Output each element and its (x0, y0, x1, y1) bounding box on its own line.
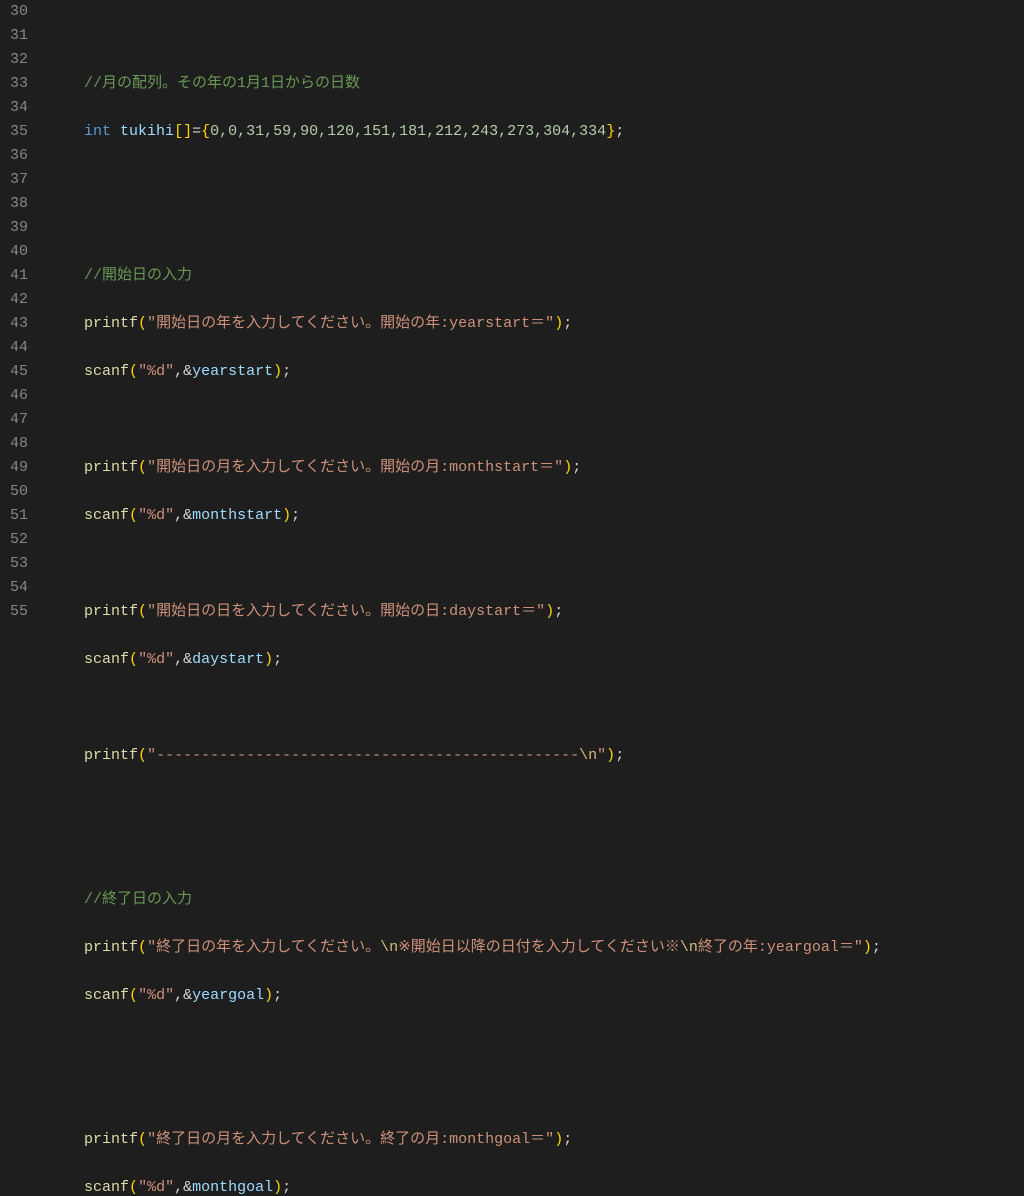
line-number: 43 (10, 312, 28, 336)
line-number: 45 (10, 360, 28, 384)
code-line (48, 552, 1024, 576)
code-line (48, 408, 1024, 432)
line-number: 38 (10, 192, 28, 216)
code-line (48, 216, 1024, 240)
line-number: 52 (10, 528, 28, 552)
code-line: int tukihi[]={0,0,31,59,90,120,151,181,2… (48, 120, 1024, 144)
line-number: 46 (10, 384, 28, 408)
line-number: 51 (10, 504, 28, 528)
code-line: printf("開始日の日を入力してください。開始の日:daystart＝"); (48, 600, 1024, 624)
line-number: 50 (10, 480, 28, 504)
code-line: scanf("%d",&monthstart); (48, 504, 1024, 528)
code-line: //終了日の入力 (48, 888, 1024, 912)
code-line: scanf("%d",&daystart); (48, 648, 1024, 672)
line-number: 48 (10, 432, 28, 456)
line-number: 41 (10, 264, 28, 288)
line-number: 33 (10, 72, 28, 96)
line-number: 34 (10, 96, 28, 120)
line-number: 49 (10, 456, 28, 480)
line-number: 32 (10, 48, 28, 72)
code-line (48, 1080, 1024, 1104)
line-number: 44 (10, 336, 28, 360)
code-line: scanf("%d",&yearstart); (48, 360, 1024, 384)
line-number: 31 (10, 24, 28, 48)
line-number: 35 (10, 120, 28, 144)
line-number: 36 (10, 144, 28, 168)
code-line (48, 840, 1024, 864)
code-line: printf("--------------------------------… (48, 744, 1024, 768)
comment: //月の配列。その年の1月1日からの日数 (84, 75, 360, 92)
comment: //終了日の入力 (84, 891, 192, 908)
line-number: 37 (10, 168, 28, 192)
line-number: 42 (10, 288, 28, 312)
code-line (48, 168, 1024, 192)
code-line: printf("開始日の月を入力してください。開始の月:monthstart＝"… (48, 456, 1024, 480)
line-number: 40 (10, 240, 28, 264)
comment: //開始日の入力 (84, 267, 192, 284)
code-line: //開始日の入力 (48, 264, 1024, 288)
code-line: //月の配列。その年の1月1日からの日数 (48, 72, 1024, 96)
code-line (48, 24, 1024, 48)
line-number: 55 (10, 600, 28, 624)
line-number-gutter: 3031323334353637383940414243444546474849… (0, 0, 46, 598)
code-line: printf("終了日の年を入力してください。\n※開始日以降の日付を入力してく… (48, 936, 1024, 960)
line-number: 39 (10, 216, 28, 240)
code-line: printf("終了日の月を入力してください。終了の月:monthgoal＝")… (48, 1128, 1024, 1152)
code-line: scanf("%d",&monthgoal); (48, 1176, 1024, 1196)
line-number: 47 (10, 408, 28, 432)
line-number: 54 (10, 576, 28, 600)
line-number: 53 (10, 552, 28, 576)
code-editor[interactable]: 3031323334353637383940414243444546474849… (0, 0, 1024, 598)
code-line (48, 696, 1024, 720)
code-line (48, 792, 1024, 816)
code-line: scanf("%d",&yeargoal); (48, 984, 1024, 1008)
code-line (48, 1032, 1024, 1056)
line-number: 30 (10, 0, 28, 24)
code-line: printf("開始日の年を入力してください。開始の年:yearstart＝")… (48, 312, 1024, 336)
code-area[interactable]: //月の配列。その年の1月1日からの日数 int tukihi[]={0,0,3… (46, 0, 1024, 598)
